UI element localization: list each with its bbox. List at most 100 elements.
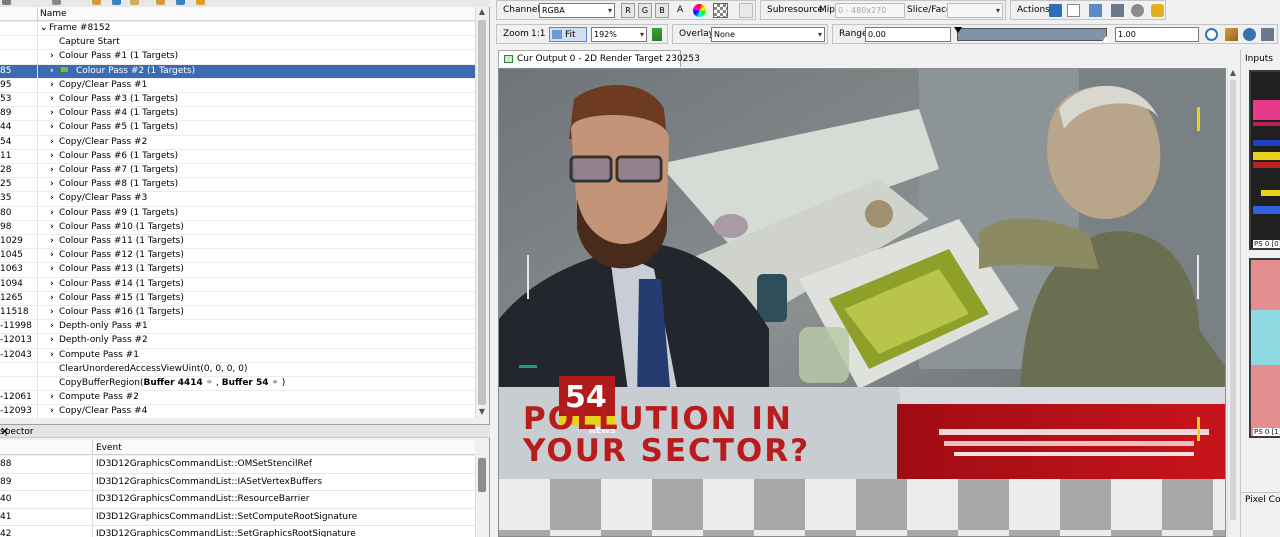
event-row[interactable]: -12061 › Compute Pass #2 <box>0 391 475 406</box>
chevron-right-icon[interactable]: › <box>50 264 58 274</box>
event-row[interactable]: 89 › Colour Pass #4 (1 Targets) <box>0 107 475 122</box>
fit-button[interactable]: Fit <box>549 27 587 42</box>
api-call-row[interactable]: 40 ID3D12GraphicsCommandList::ResourceBar… <box>0 491 475 509</box>
column-name[interactable]: Name <box>40 9 67 19</box>
api-call-row[interactable]: 41 ID3D12GraphicsCommandList::SetComputeR… <box>0 508 475 527</box>
refresh-icon[interactable] <box>112 0 121 5</box>
event-row[interactable]: ⌄ Frame #8152 <box>0 22 475 37</box>
chevron-right-icon[interactable]: › <box>50 94 58 104</box>
chevron-right-icon[interactable]: › <box>50 80 58 90</box>
chevron-right-icon[interactable]: › <box>50 236 58 246</box>
range-min-handle[interactable] <box>954 27 962 33</box>
zoom-select[interactable]: 192% ▾ <box>591 27 647 42</box>
event-row[interactable]: 25 › Colour Pass #8 (1 Targets) <box>0 178 475 193</box>
slice-face-select[interactable]: ▾ <box>947 3 1003 18</box>
scroll-up-icon[interactable]: ▲ <box>1228 68 1238 79</box>
gamma-icon[interactable] <box>739 3 753 18</box>
find-icon[interactable] <box>156 0 165 5</box>
event-row[interactable]: 1029 › Colour Pass #11 (1 Targets) <box>0 235 475 250</box>
tab-cur-output[interactable]: Cur Output 0 - 2D Render Target 230253 <box>498 50 700 67</box>
range-max-input[interactable]: 1.00 <box>1115 27 1199 42</box>
chevron-right-icon[interactable]: › <box>50 108 58 118</box>
channel-g-toggle[interactable]: G <box>638 3 652 18</box>
chevron-right-icon[interactable]: › <box>50 350 58 360</box>
event-tree-scrollbar[interactable]: ▲ ▼ <box>475 7 488 418</box>
input-thumbnail-0[interactable]: PS 0 [0] <box>1249 70 1280 250</box>
inspector-scrollbar[interactable] <box>475 456 488 537</box>
event-row[interactable]: 1094 › Colour Pass #14 (1 Targets) <box>0 277 475 292</box>
event-row[interactable]: 35 › Copy/Clear Pass #3 <box>0 192 475 207</box>
close-icon[interactable]: ✕ <box>0 425 486 438</box>
event-row[interactable]: 98 › Colour Pass #10 (1 Targets) <box>0 220 475 235</box>
chevron-right-icon[interactable]: › <box>50 165 58 175</box>
api-call-row[interactable]: 88 ID3D12GraphicsCommandList::OMSetStenci… <box>0 456 475 474</box>
chevron-right-icon[interactable]: › <box>50 321 58 331</box>
histogram-icon[interactable] <box>1261 28 1274 41</box>
chevron-right-icon[interactable]: › <box>50 250 58 260</box>
column-event[interactable]: Event <box>96 443 122 453</box>
export-icon[interactable] <box>176 0 185 5</box>
event-row[interactable]: 1063 › Colour Pass #13 (1 Targets) <box>0 263 475 278</box>
collapse-icon[interactable] <box>2 0 11 5</box>
zoom-1to1-button[interactable]: 1:1 <box>531 29 545 39</box>
link-icon[interactable] <box>1131 4 1144 17</box>
event-row[interactable]: 53 › Colour Pass #3 (1 Targets) <box>0 93 475 108</box>
back-icon[interactable] <box>52 0 61 5</box>
chevron-right-icon[interactable]: › <box>50 392 58 402</box>
scroll-thumb[interactable] <box>478 20 486 405</box>
chevron-right-icon[interactable]: › <box>50 222 58 232</box>
color-picker-icon[interactable] <box>693 4 706 17</box>
scroll-thumb[interactable] <box>1230 80 1236 520</box>
event-row[interactable]: 11 › Colour Pass #6 (1 Targets) <box>0 149 475 164</box>
goto-location-icon[interactable] <box>1111 4 1124 17</box>
mip-select[interactable]: 0 - 480x270 <box>835 3 905 18</box>
event-row[interactable]: 11518 › Colour Pass #16 (1 Targets) <box>0 306 475 321</box>
open-icon[interactable] <box>1089 4 1102 17</box>
event-row[interactable]: › Colour Pass #1 (1 Targets) <box>0 50 475 65</box>
chevron-right-icon[interactable]: › <box>50 406 58 416</box>
link-icon[interactable]: ⚭ <box>269 378 279 388</box>
chevron-right-icon[interactable]: › <box>50 179 58 189</box>
api-call-row[interactable]: 42 ID3D12GraphicsCommandList::SetGraphics… <box>0 526 475 537</box>
event-row[interactable]: -12013 › Depth-only Pass #2 <box>0 334 475 349</box>
auto-fit-icon[interactable] <box>1225 28 1238 41</box>
event-row[interactable]: Capture Start <box>0 36 475 51</box>
scroll-down-icon[interactable]: ▼ <box>476 407 488 418</box>
viewport-scrollbar[interactable]: ▲ <box>1227 68 1238 537</box>
event-row[interactable]: 1265 › Colour Pass #15 (1 Targets) <box>0 291 475 306</box>
event-row[interactable]: 85 › Colour Pass #2 (1 Targets) <box>0 64 475 79</box>
channel-r-toggle[interactable]: R <box>621 3 635 18</box>
zoom-range-icon[interactable] <box>1205 28 1218 41</box>
scroll-up-icon[interactable]: ▲ <box>476 7 488 18</box>
event-row[interactable]: -11998 › Depth-only Pass #1 <box>0 320 475 335</box>
event-row[interactable]: -12093 › Copy/Clear Pass #4 <box>0 405 475 418</box>
chevron-right-icon[interactable]: › <box>50 137 58 147</box>
chevron-right-icon[interactable]: › <box>50 208 58 218</box>
buffer-link[interactable]: Buffer 54 <box>222 378 269 388</box>
chevron-right-icon[interactable]: › <box>50 335 58 345</box>
chevron-right-icon[interactable]: › <box>50 122 58 132</box>
event-row[interactable]: -12043 › Compute Pass #1 <box>0 348 475 363</box>
chevron-down-icon[interactable]: ⌄ <box>40 23 48 33</box>
flip-icon[interactable] <box>652 28 662 41</box>
bookmark-icon[interactable] <box>92 0 101 5</box>
chevron-right-icon[interactable]: › <box>50 193 58 203</box>
overlay-select[interactable]: None ▾ <box>711 27 825 42</box>
event-row[interactable]: ClearUnorderedAccessViewUint(0, 0, 0, 0) <box>0 362 475 377</box>
event-row[interactable]: 1045 › Colour Pass #12 (1 Targets) <box>0 249 475 264</box>
input-thumbnail-1[interactable]: PS 0 [1] <box>1249 258 1280 438</box>
link-icon[interactable]: ⚭ <box>203 378 214 388</box>
chevron-right-icon[interactable]: › <box>50 151 58 161</box>
channels-select[interactable]: RGBA ▾ <box>539 3 615 18</box>
event-row[interactable]: 54 › Copy/Clear Pass #2 <box>0 135 475 150</box>
texture-viewport[interactable]: 54 NEWS POLLUTION IN YOUR SECTOR? <box>498 68 1226 537</box>
chevron-right-icon[interactable]: › <box>50 66 58 76</box>
range-histogram-slider[interactable] <box>954 27 1110 42</box>
chevron-right-icon[interactable]: › <box>50 307 58 317</box>
checkerboard-icon[interactable] <box>713 3 728 18</box>
range-min-input[interactable]: 0.00 <box>865 27 951 42</box>
settings-icon[interactable] <box>1151 4 1164 17</box>
event-row[interactable]: CopyBufferRegion(Buffer 4414 ⚭ , Buffer … <box>0 377 475 392</box>
timeline-icon[interactable] <box>130 0 139 5</box>
channel-b-toggle[interactable]: B <box>655 3 669 18</box>
